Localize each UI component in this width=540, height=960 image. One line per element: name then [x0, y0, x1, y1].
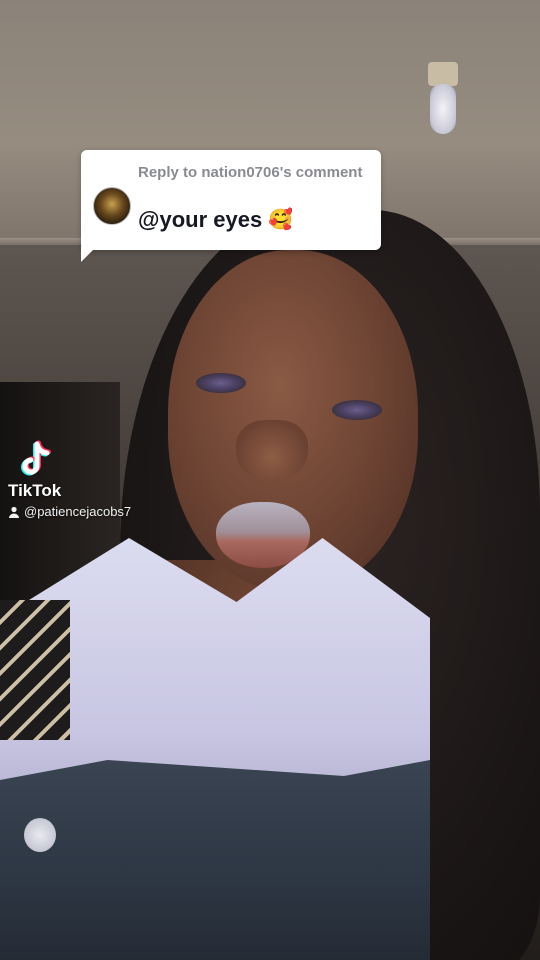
video-frame[interactable] — [0, 0, 540, 960]
reply-comment-text: @your eyes — [138, 207, 263, 232]
creator-handle: @patiencejacobs7 — [24, 504, 132, 519]
bag-strap — [0, 600, 70, 740]
light-bulb — [430, 84, 456, 134]
reply-header-text: Reply to nation0706's comment — [138, 164, 363, 181]
overall-button — [24, 818, 56, 852]
reply-bubble-tail — [81, 246, 97, 262]
smiling-face-with-hearts-emoji: 🥰 — [268, 209, 294, 231]
creator-handle-row: @patiencejacobs7 — [8, 504, 131, 519]
commenter-avatar — [93, 187, 131, 225]
reply-comment-line: @your eyes 🥰 — [138, 207, 293, 233]
left-eye — [196, 373, 246, 393]
nose — [236, 420, 308, 482]
right-eye — [332, 400, 382, 420]
reply-comment-sticker[interactable]: Reply to nation0706's comment @your eyes… — [81, 150, 381, 250]
ceiling-lamp-fixture — [428, 62, 458, 86]
tiktok-logo-icon — [21, 440, 51, 476]
tiktok-wordmark: TikTok — [8, 481, 62, 500]
denim-overalls — [0, 760, 430, 960]
user-icon — [9, 506, 19, 518]
